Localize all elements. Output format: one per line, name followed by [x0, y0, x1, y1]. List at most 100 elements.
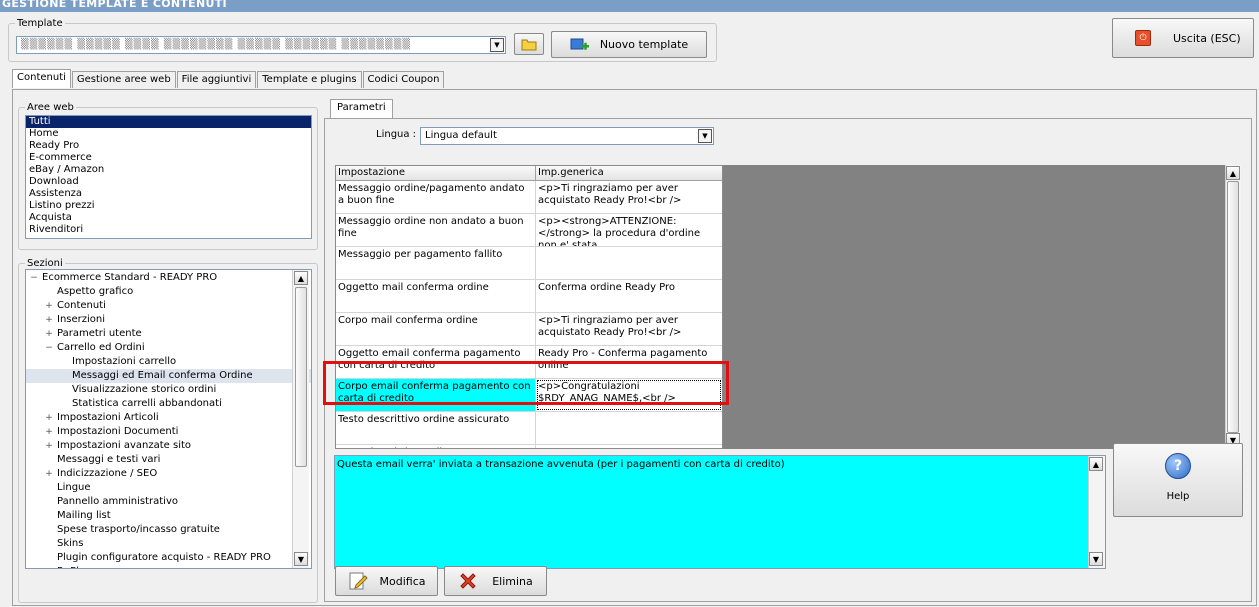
tab-codici-coupon[interactable]: Codici Coupon [362, 71, 445, 88]
settings-grid[interactable]: Impostazione Imp.generica Messaggio ordi… [335, 165, 723, 449]
scroll-thumb[interactable] [1227, 181, 1239, 433]
open-folder-button[interactable] [514, 33, 544, 55]
expand-icon[interactable]: + [45, 327, 53, 341]
expand-icon[interactable]: + [45, 313, 53, 327]
table-row[interactable]: Testo descrittivo ordine NON assicurato [336, 445, 722, 448]
expand-icon[interactable]: + [45, 411, 53, 425]
setting-value-cell[interactable]: <p>Ti ringraziamo per aver acquistato Re… [536, 181, 722, 213]
table-row[interactable]: Messaggio ordine/pagamento andato a buon… [336, 181, 722, 214]
tree-item-label: Statistica carrelli abbandonati [72, 398, 222, 409]
grid-header-generic[interactable]: Imp.generica [536, 166, 722, 180]
area-item[interactable]: Listino prezzi [26, 200, 311, 212]
scroll-down-icon[interactable]: ▼ [294, 552, 308, 566]
tree-item[interactable]: + Inserzioni [26, 313, 311, 327]
setting-name-cell[interactable]: Oggetto mail conferma ordine [336, 280, 536, 312]
areas-list[interactable]: Tutti Home Ready Pro E-commerce eBay / Amazo… [25, 115, 312, 239]
tab-template-plugins[interactable]: Template e plugins [257, 71, 362, 88]
tree-item[interactable]: Skins [26, 537, 311, 551]
template-select[interactable]: ▒▒▒▒▒▒ ▒▒▒▒▒ ▒▒▒▒ ▒▒▒▒▒▒▒▒ ▒▒▒▒▒ ▒▒▒▒▒▒ … [16, 36, 506, 54]
setting-value-cell[interactable]: Conferma ordine Ready Pro [536, 280, 722, 312]
area-item[interactable]: Acquista [26, 212, 311, 224]
delete-button[interactable]: Elimina [444, 566, 547, 596]
scroll-up-icon[interactable]: ▲ [1089, 457, 1103, 471]
exit-button[interactable]: ⏻ Uscita (ESC) [1112, 18, 1254, 58]
tab-contenuti[interactable]: Contenuti [12, 69, 71, 88]
tree-item[interactable]: Plugin configuratore acquisto - READY PR… [26, 551, 311, 565]
tree-item[interactable]: Lingue [26, 481, 311, 495]
expand-icon[interactable]: + [45, 299, 53, 313]
area-item[interactable]: Download [26, 176, 311, 188]
tab-parametri[interactable]: Parametri [330, 99, 393, 118]
expand-icon[interactable]: + [45, 439, 53, 453]
tree-item[interactable]: Messaggi ed Email conferma Ordine [26, 369, 311, 383]
main-tabs: Contenuti Gestione aree web File aggiunt… [12, 69, 445, 88]
description-scrollbar[interactable]: ▲ ▼ [1088, 456, 1105, 568]
lang-select[interactable]: Lingua default ▼ [420, 127, 714, 145]
tree-item[interactable]: Aspetto grafico [26, 285, 311, 299]
table-row[interactable]: Messaggio ordine non andato a buon fine <… [336, 214, 722, 247]
setting-value-cell[interactable]: <p>Ti ringraziamo per aver acquistato Re… [536, 313, 722, 345]
tree-item[interactable]: Pannello amministrativo [26, 495, 311, 509]
table-row[interactable]: Corpo mail conferma ordine <p>Ti ringrazi… [336, 313, 722, 346]
modify-button[interactable]: Modifica [335, 566, 438, 596]
table-row[interactable]: Messaggio per pagamento fallito [336, 247, 722, 280]
scroll-up-icon[interactable]: ▲ [294, 271, 308, 285]
sections-tree[interactable]: − Ecommerce Standard - READY PRO Aspetto g… [25, 269, 312, 569]
setting-value-cell[interactable] [536, 445, 722, 448]
delete-icon [460, 573, 476, 589]
tree-item[interactable]: + Impostazioni avanzate sito [26, 439, 311, 453]
chevron-down-icon[interactable]: ▼ [698, 129, 712, 143]
scroll-down-icon[interactable]: ▼ [1089, 552, 1103, 566]
table-row[interactable]: Testo descrittivo ordine assicurato [336, 412, 722, 445]
tree-item-label: Impostazioni Documenti [57, 426, 179, 437]
area-item[interactable]: Home [26, 128, 311, 140]
setting-name-cell[interactable]: Messaggio ordine/pagamento andato a buon… [336, 181, 536, 213]
area-item[interactable]: Tutti [26, 116, 311, 128]
tree-item[interactable]: Pr Pl... [26, 565, 311, 568]
grid-header-setting[interactable]: Impostazione [336, 166, 536, 180]
table-row[interactable]: Oggetto mail conferma ordine Conferma ord… [336, 280, 722, 313]
grid-scrollbar[interactable]: ▲ ▼ [1225, 165, 1241, 449]
setting-name-cell[interactable]: Testo descrittivo ordine assicurato [336, 412, 536, 444]
tab-gestione-aree-web[interactable]: Gestione aree web [71, 71, 176, 88]
area-item[interactable]: Ready Pro [26, 140, 311, 152]
setting-name-cell[interactable]: Messaggio ordine non andato a buon fine [336, 214, 536, 246]
tree-item[interactable]: Visualizzazione storico ordini [26, 383, 311, 397]
setting-value-cell[interactable] [536, 247, 722, 279]
tree-item[interactable]: + Parametri utente [26, 327, 311, 341]
collapse-icon[interactable]: − [30, 271, 38, 285]
area-item[interactable]: Rivenditori [26, 224, 311, 236]
tree-item[interactable]: + Contenuti [26, 299, 311, 313]
tree-item[interactable]: Messaggi e testi vari [26, 453, 311, 467]
tree-item[interactable]: Mailing list [26, 509, 311, 523]
chevron-down-icon[interactable]: ▼ [490, 38, 504, 52]
collapse-icon[interactable]: − [45, 341, 53, 355]
setting-value-cell[interactable] [536, 412, 722, 444]
area-item[interactable]: Assistenza [26, 188, 311, 200]
tree-item[interactable]: + Indicizzazione / SEO [26, 467, 311, 481]
new-template-button[interactable]: Nuovo template [551, 31, 707, 58]
setting-value-cell[interactable]: <p><strong>ATTENZIONE:</strong> la proce… [536, 214, 722, 246]
tree-item[interactable]: + Impostazioni Articoli [26, 411, 311, 425]
area-item[interactable]: eBay / Amazon [26, 164, 311, 176]
sections-scrollbar[interactable]: ▲ ▼ [292, 270, 309, 568]
tree-item-label: Ecommerce Standard - READY PRO [42, 272, 218, 283]
tree-item[interactable]: − Carrello ed Ordini [26, 341, 311, 355]
tree-item[interactable]: + Impostazioni Documenti [26, 425, 311, 439]
tree-item[interactable]: Statistica carrelli abbandonati [26, 397, 311, 411]
tree-item[interactable]: Spese trasporto/incasso gratuite [26, 523, 311, 537]
area-item[interactable]: E-commerce [26, 152, 311, 164]
tab-file-aggiuntivi[interactable]: File aggiuntivi [176, 71, 257, 88]
expand-icon[interactable]: + [45, 467, 53, 481]
scroll-thumb[interactable] [295, 287, 307, 467]
setting-name-cell[interactable]: Testo descrittivo ordine NON assicurato [336, 445, 536, 448]
tree-item[interactable]: Impostazioni carrello [26, 355, 311, 369]
description-field[interactable]: Questa email verra' inviata a transazion… [334, 455, 1106, 569]
expand-icon[interactable]: + [45, 425, 53, 439]
help-button[interactable]: ? Help [1113, 443, 1243, 517]
modify-label: Modifica [379, 574, 426, 588]
tree-item[interactable]: − Ecommerce Standard - READY PRO [26, 271, 311, 285]
setting-name-cell[interactable]: Messaggio per pagamento fallito [336, 247, 536, 279]
setting-name-cell[interactable]: Corpo mail conferma ordine [336, 313, 536, 345]
scroll-up-icon[interactable]: ▲ [1226, 166, 1240, 180]
